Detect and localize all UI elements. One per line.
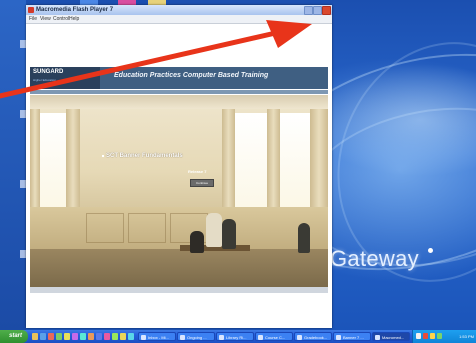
task-icon [180,335,185,340]
window-titlebar[interactable]: Macromedia Flash Player 7 [26,5,332,15]
photo-person [222,219,236,249]
photo-floor [30,249,328,287]
taskbar-button[interactable]: Course C... [255,332,293,341]
banner-divider [30,90,328,94]
hallway-photo: SCT Banner Fundamentals Release 7 Contin… [30,95,328,287]
maximize-button[interactable] [313,6,322,15]
taskbar-label: Macromed... [382,335,405,340]
taskbar-button[interactable]: Ongoing ... [177,332,215,341]
flash-content: SUNGARD Higher Education Education Pract… [26,24,332,328]
quicklaunch-icon[interactable] [40,333,46,340]
menu-control[interactable]: Control [53,15,69,23]
background-window-edge [0,0,26,330]
task-icon [375,335,380,340]
taskbar-label: Gradebook... [304,335,328,340]
quicklaunch-icon[interactable] [80,333,86,340]
taskbar-button[interactable]: Library Ri... [216,332,254,341]
quicklaunch-icon[interactable] [96,333,102,340]
flash-app-icon [28,7,34,13]
taskbar-label: Course C... [265,335,286,340]
close-button[interactable] [322,6,331,15]
gateway-logo: Gateway [330,246,419,271]
system-tray: 1:53 PM [412,330,476,343]
sungard-logo: SUNGARD Higher Education [30,67,100,89]
photo-panel [86,213,124,243]
quicklaunch-icon[interactable] [88,333,94,340]
banner-title: Education Practices Computer Based Train… [114,72,269,79]
course-title: SCT Banner Fundamentals [106,153,183,159]
quicklaunch-icon[interactable] [120,333,126,340]
photo-ceiling [30,95,328,109]
photo-person [298,223,310,253]
menu-help[interactable]: Help [69,15,79,23]
logo-text: SUNGARD [33,69,64,75]
tray-icon[interactable] [437,333,442,339]
task-icon [258,335,263,340]
task-icon [219,335,224,340]
taskbar-button[interactable]: Banner 7 ... [333,332,371,341]
quicklaunch-icon[interactable] [104,333,110,340]
continue-button[interactable]: Continue [190,179,214,187]
quicklaunch-icon[interactable] [48,333,54,340]
taskbar-label: Banner 7 ... [343,335,364,340]
photo-person [206,213,222,247]
tray-icon[interactable] [423,333,428,339]
taskbar-button-active[interactable]: Macromed... [372,332,410,341]
quicklaunch-icon[interactable] [128,333,134,340]
task-icon [297,335,302,340]
taskbar-button[interactable]: Inbox - Mi... [138,332,176,341]
quicklaunch-icon[interactable] [64,333,70,340]
task-icon [141,335,146,340]
title-bullet [102,155,104,157]
menu-bar: File View Control Help [26,15,332,24]
logo-subtitle: Higher Education [33,78,57,82]
photo-person [190,231,204,253]
menu-view[interactable]: View [40,15,51,23]
quicklaunch-icon[interactable] [32,333,38,340]
quicklaunch-icon[interactable] [56,333,62,340]
taskbar-label: Inbox - Mi... [148,335,169,340]
task-icon [336,335,341,340]
clock[interactable]: 1:53 PM [459,330,474,343]
menu-file[interactable]: File [29,15,37,23]
photo-panel [128,213,166,243]
release-label: Release 7 [188,169,207,174]
flash-player-window[interactable]: Macromedia Flash Player 7 File View Cont… [26,5,332,328]
tray-icon[interactable] [430,333,435,339]
gateway-logo-mark [428,248,433,253]
flash-footer [30,287,328,293]
quicklaunch-icon[interactable] [112,333,118,340]
taskbar-button[interactable]: Gradebook... [294,332,332,341]
taskbar-label: Library Ri... [226,335,247,340]
tray-icon[interactable] [416,333,421,339]
course-banner: SUNGARD Higher Education Education Pract… [30,67,328,89]
start-button[interactable]: start [0,330,28,343]
taskbar-label: Ongoing ... [187,335,207,340]
minimize-button[interactable] [304,6,313,15]
windows-taskbar: start Inbox - Mi... Ongoing ... Library … [0,330,476,343]
quicklaunch-icon[interactable] [72,333,78,340]
window-title: Macromedia Flash Player 7 [36,7,114,13]
